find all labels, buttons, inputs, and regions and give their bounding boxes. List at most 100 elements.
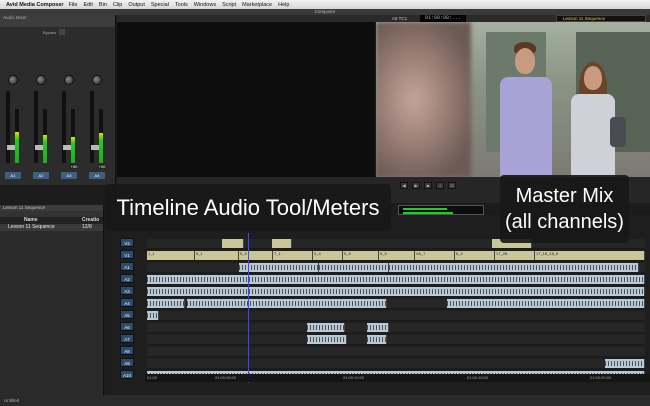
channel-a4-button[interactable]: A4 <box>89 172 105 179</box>
channel-a2-button[interactable]: A2 <box>33 172 49 179</box>
clip[interactable]: 17_28 <box>495 251 535 260</box>
clip[interactable]: 5_5 <box>343 251 379 260</box>
clip[interactable]: 5_1 <box>195 251 239 260</box>
pan-knob[interactable] <box>36 75 46 85</box>
track-a10[interactable]: A10 <box>120 370 134 379</box>
clip[interactable]: 17_18_18_6 <box>535 251 645 260</box>
audio-clip[interactable] <box>367 335 387 344</box>
app-menu[interactable]: Avid Media Composer <box>6 2 64 8</box>
clip[interactable]: 7_1 <box>273 251 313 260</box>
menu-marketplace[interactable]: Marketplace <box>242 2 272 8</box>
pan-knob[interactable] <box>92 75 102 85</box>
track-a2[interactable]: A2 <box>120 274 134 283</box>
track-a1[interactable]: A1 <box>120 262 134 271</box>
bin-header: Name Creatio <box>0 217 103 224</box>
audio-clip[interactable] <box>389 263 639 272</box>
audio-clip[interactable] <box>605 359 645 368</box>
bin-row[interactable]: Lesson 11 Sequence 12/8 <box>0 224 103 231</box>
volume-fader[interactable] <box>62 91 71 163</box>
bin-window: Lesson 11 Sequence Name Creatio Lesson 1… <box>0 205 104 395</box>
peak-readout: +00 <box>98 164 106 169</box>
clip-label: 5_5 <box>380 251 387 256</box>
channel-a1-button[interactable]: A1 <box>5 172 21 179</box>
caption-master-mix-line1: Master Mix <box>515 185 614 207</box>
menu-script[interactable]: Script <box>222 2 236 8</box>
menu-clip[interactable]: Clip <box>113 2 122 8</box>
audio-clip[interactable] <box>367 323 389 332</box>
timecode-ruler[interactable]: 01:00 01:00:05:00 01:00:10:00 01:00:15:0… <box>145 374 650 382</box>
audio-clip[interactable] <box>147 287 645 296</box>
menu-tools[interactable]: Tools <box>175 2 188 8</box>
clip[interactable]: 6_2 <box>455 251 495 260</box>
menu-file[interactable]: File <box>69 2 78 8</box>
channel-a3-button[interactable]: A3 <box>61 172 77 179</box>
audio-clip[interactable] <box>307 323 345 332</box>
track-v1[interactable]: V1 <box>120 250 134 259</box>
clip[interactable]: 5_5 <box>379 251 415 260</box>
column-name[interactable]: Name <box>0 217 82 224</box>
audio-clip[interactable] <box>147 311 159 320</box>
volume-fader[interactable] <box>34 91 43 163</box>
track-a5[interactable]: A5 <box>120 310 134 319</box>
clip-label: 1_1 <box>148 251 155 256</box>
clip[interactable]: 4A_7 <box>415 251 455 260</box>
timeline-tracks[interactable]: 1_1 5_1 5_5 7_1 0_4 5_5 5_5 4A_7 6_2 17_… <box>147 237 645 387</box>
menu-special[interactable]: Special <box>151 2 169 8</box>
mark-out-button[interactable]: O <box>448 182 456 189</box>
step-back-button[interactable]: ◀ <box>400 182 408 189</box>
timeline-playhead[interactable] <box>248 233 249 383</box>
bin-item-date: 12/8 <box>82 224 92 230</box>
mark-in-button[interactable]: I <box>436 182 444 189</box>
track-a9[interactable]: A9 <box>120 358 134 367</box>
audio-clip[interactable] <box>447 299 645 308</box>
clip[interactable] <box>222 239 244 248</box>
sequence-menu[interactable]: Lesson 11 Sequence <box>556 15 646 22</box>
clip[interactable]: 5_5 <box>239 251 273 260</box>
clip-label: 6_2 <box>456 251 463 256</box>
menu-help[interactable]: Help <box>278 2 289 8</box>
track-a6[interactable]: A6 <box>120 322 134 331</box>
menu-bin[interactable]: Bin <box>99 2 107 8</box>
record-monitor[interactable] <box>376 22 650 177</box>
mixer-strip-a4: +00 A4 <box>87 61 107 181</box>
audio-clip[interactable] <box>147 275 645 284</box>
level-meter <box>43 109 47 163</box>
source-monitor[interactable] <box>117 22 375 177</box>
audio-clip[interactable] <box>319 263 389 272</box>
volume-fader[interactable] <box>90 91 99 163</box>
clip[interactable]: 0_4 <box>313 251 343 260</box>
volume-fader[interactable] <box>6 91 15 163</box>
stop-button[interactable]: ■ <box>424 182 432 189</box>
menu-edit[interactable]: Edit <box>83 2 92 8</box>
track-a7[interactable]: A7 <box>120 334 134 343</box>
pan-knob[interactable] <box>8 75 18 85</box>
clip-label: 4A_7 <box>416 251 426 256</box>
track-a3[interactable]: A3 <box>120 286 134 295</box>
bypass-toggle[interactable] <box>59 29 66 35</box>
record-tc-label: A5 TC1 <box>392 16 408 21</box>
ruler-tick: 01:00:15:00 <box>467 375 489 380</box>
master-mix-meter <box>398 205 484 215</box>
ruler-tick: 01:00:05:00 <box>215 375 237 380</box>
record-timecode[interactable]: 01:00:00:... <box>420 15 466 22</box>
audio-clip[interactable] <box>307 335 347 344</box>
clip-label: 5_5 <box>344 251 351 256</box>
play-button[interactable]: ▶ <box>412 182 420 189</box>
peak-readout: +00 <box>70 164 78 169</box>
caption-master-mix: Master Mix (all channels) <box>500 175 629 243</box>
audio-clip[interactable] <box>147 299 185 308</box>
track-row-v1: 1_1 5_1 5_5 7_1 0_4 5_5 5_5 4A_7 6_2 17_… <box>147 251 645 261</box>
pan-knob[interactable] <box>64 75 74 85</box>
audio-clip[interactable] <box>239 263 319 272</box>
menu-windows[interactable]: Windows <box>194 2 216 8</box>
track-a8[interactable]: A8 <box>120 346 134 355</box>
audio-clip[interactable] <box>187 299 387 308</box>
track-a4[interactable]: A4 <box>120 298 134 307</box>
column-creation[interactable]: Creatio <box>82 217 99 224</box>
track-v2[interactable]: V2 <box>120 238 134 247</box>
clip[interactable]: 1_1 <box>147 251 195 260</box>
track-row-a6 <box>147 323 645 333</box>
bin-item-name: Lesson 11 Sequence <box>8 224 55 230</box>
menu-output[interactable]: Output <box>128 2 145 8</box>
clip[interactable] <box>272 239 292 248</box>
